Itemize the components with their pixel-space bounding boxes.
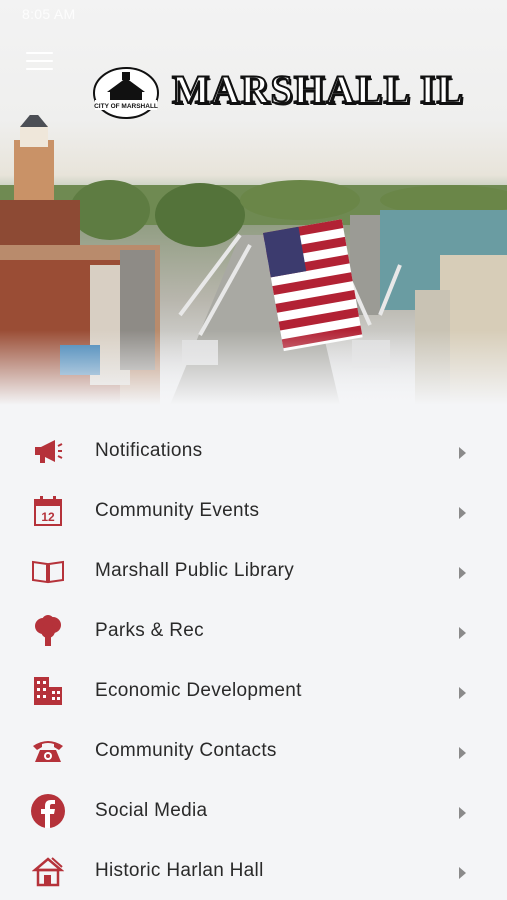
- chevron-right-icon: [459, 447, 466, 459]
- header-banner: 8:05 AM CITY OF MARSHALL MARSHALL IL: [0, 0, 507, 405]
- menu-item-label: Community Events: [95, 500, 260, 521]
- seal-text: CITY OF MARSHALL: [94, 103, 158, 110]
- menu-item-social-media[interactable]: Social Media: [0, 780, 507, 840]
- app-title: MARSHALL IL: [171, 66, 465, 113]
- chevron-right-icon: [459, 867, 466, 879]
- menu-item-label: Marshall Public Library: [95, 560, 295, 581]
- house-icon: [31, 854, 65, 888]
- menu-item-harlan-hall[interactable]: Historic Harlan Hall: [0, 840, 507, 900]
- hero-fade: [0, 330, 507, 405]
- menu-item-label: Social Media: [95, 800, 208, 821]
- book-icon: [31, 554, 65, 588]
- city-seal-logo: CITY OF MARSHALL: [93, 67, 159, 119]
- menu-item-label: Historic Harlan Hall: [95, 860, 264, 881]
- menu-item-community-contacts[interactable]: Community Contacts: [0, 720, 507, 780]
- megaphone-icon: [31, 434, 65, 468]
- chevron-right-icon: [459, 627, 466, 639]
- menu-item-library[interactable]: Marshall Public Library: [0, 540, 507, 600]
- menu-item-community-events[interactable]: 12 Community Events: [0, 480, 507, 540]
- chevron-right-icon: [459, 507, 466, 519]
- buildings-icon: [31, 674, 65, 708]
- hamburger-menu-icon[interactable]: [26, 52, 53, 72]
- calendar-day: 12: [41, 510, 55, 524]
- facebook-icon: [31, 794, 65, 828]
- chevron-right-icon: [459, 747, 466, 759]
- chevron-right-icon: [459, 807, 466, 819]
- menu-item-parks-rec[interactable]: Parks & Rec: [0, 600, 507, 660]
- menu-item-label: Notifications: [95, 440, 203, 461]
- tree-icon: [31, 614, 65, 648]
- chevron-right-icon: [459, 687, 466, 699]
- chevron-right-icon: [459, 567, 466, 579]
- menu-item-notifications[interactable]: Notifications: [0, 420, 507, 480]
- menu-item-label: Community Contacts: [95, 740, 277, 761]
- main-menu: Notifications 12 Community Events Marsha…: [0, 420, 507, 900]
- status-time: 8:05 AM: [22, 6, 76, 22]
- menu-item-label: Economic Development: [95, 680, 302, 701]
- menu-item-label: Parks & Rec: [95, 620, 204, 641]
- menu-item-economic-development[interactable]: Economic Development: [0, 660, 507, 720]
- calendar-icon: 12: [31, 494, 65, 528]
- telephone-icon: [31, 734, 65, 768]
